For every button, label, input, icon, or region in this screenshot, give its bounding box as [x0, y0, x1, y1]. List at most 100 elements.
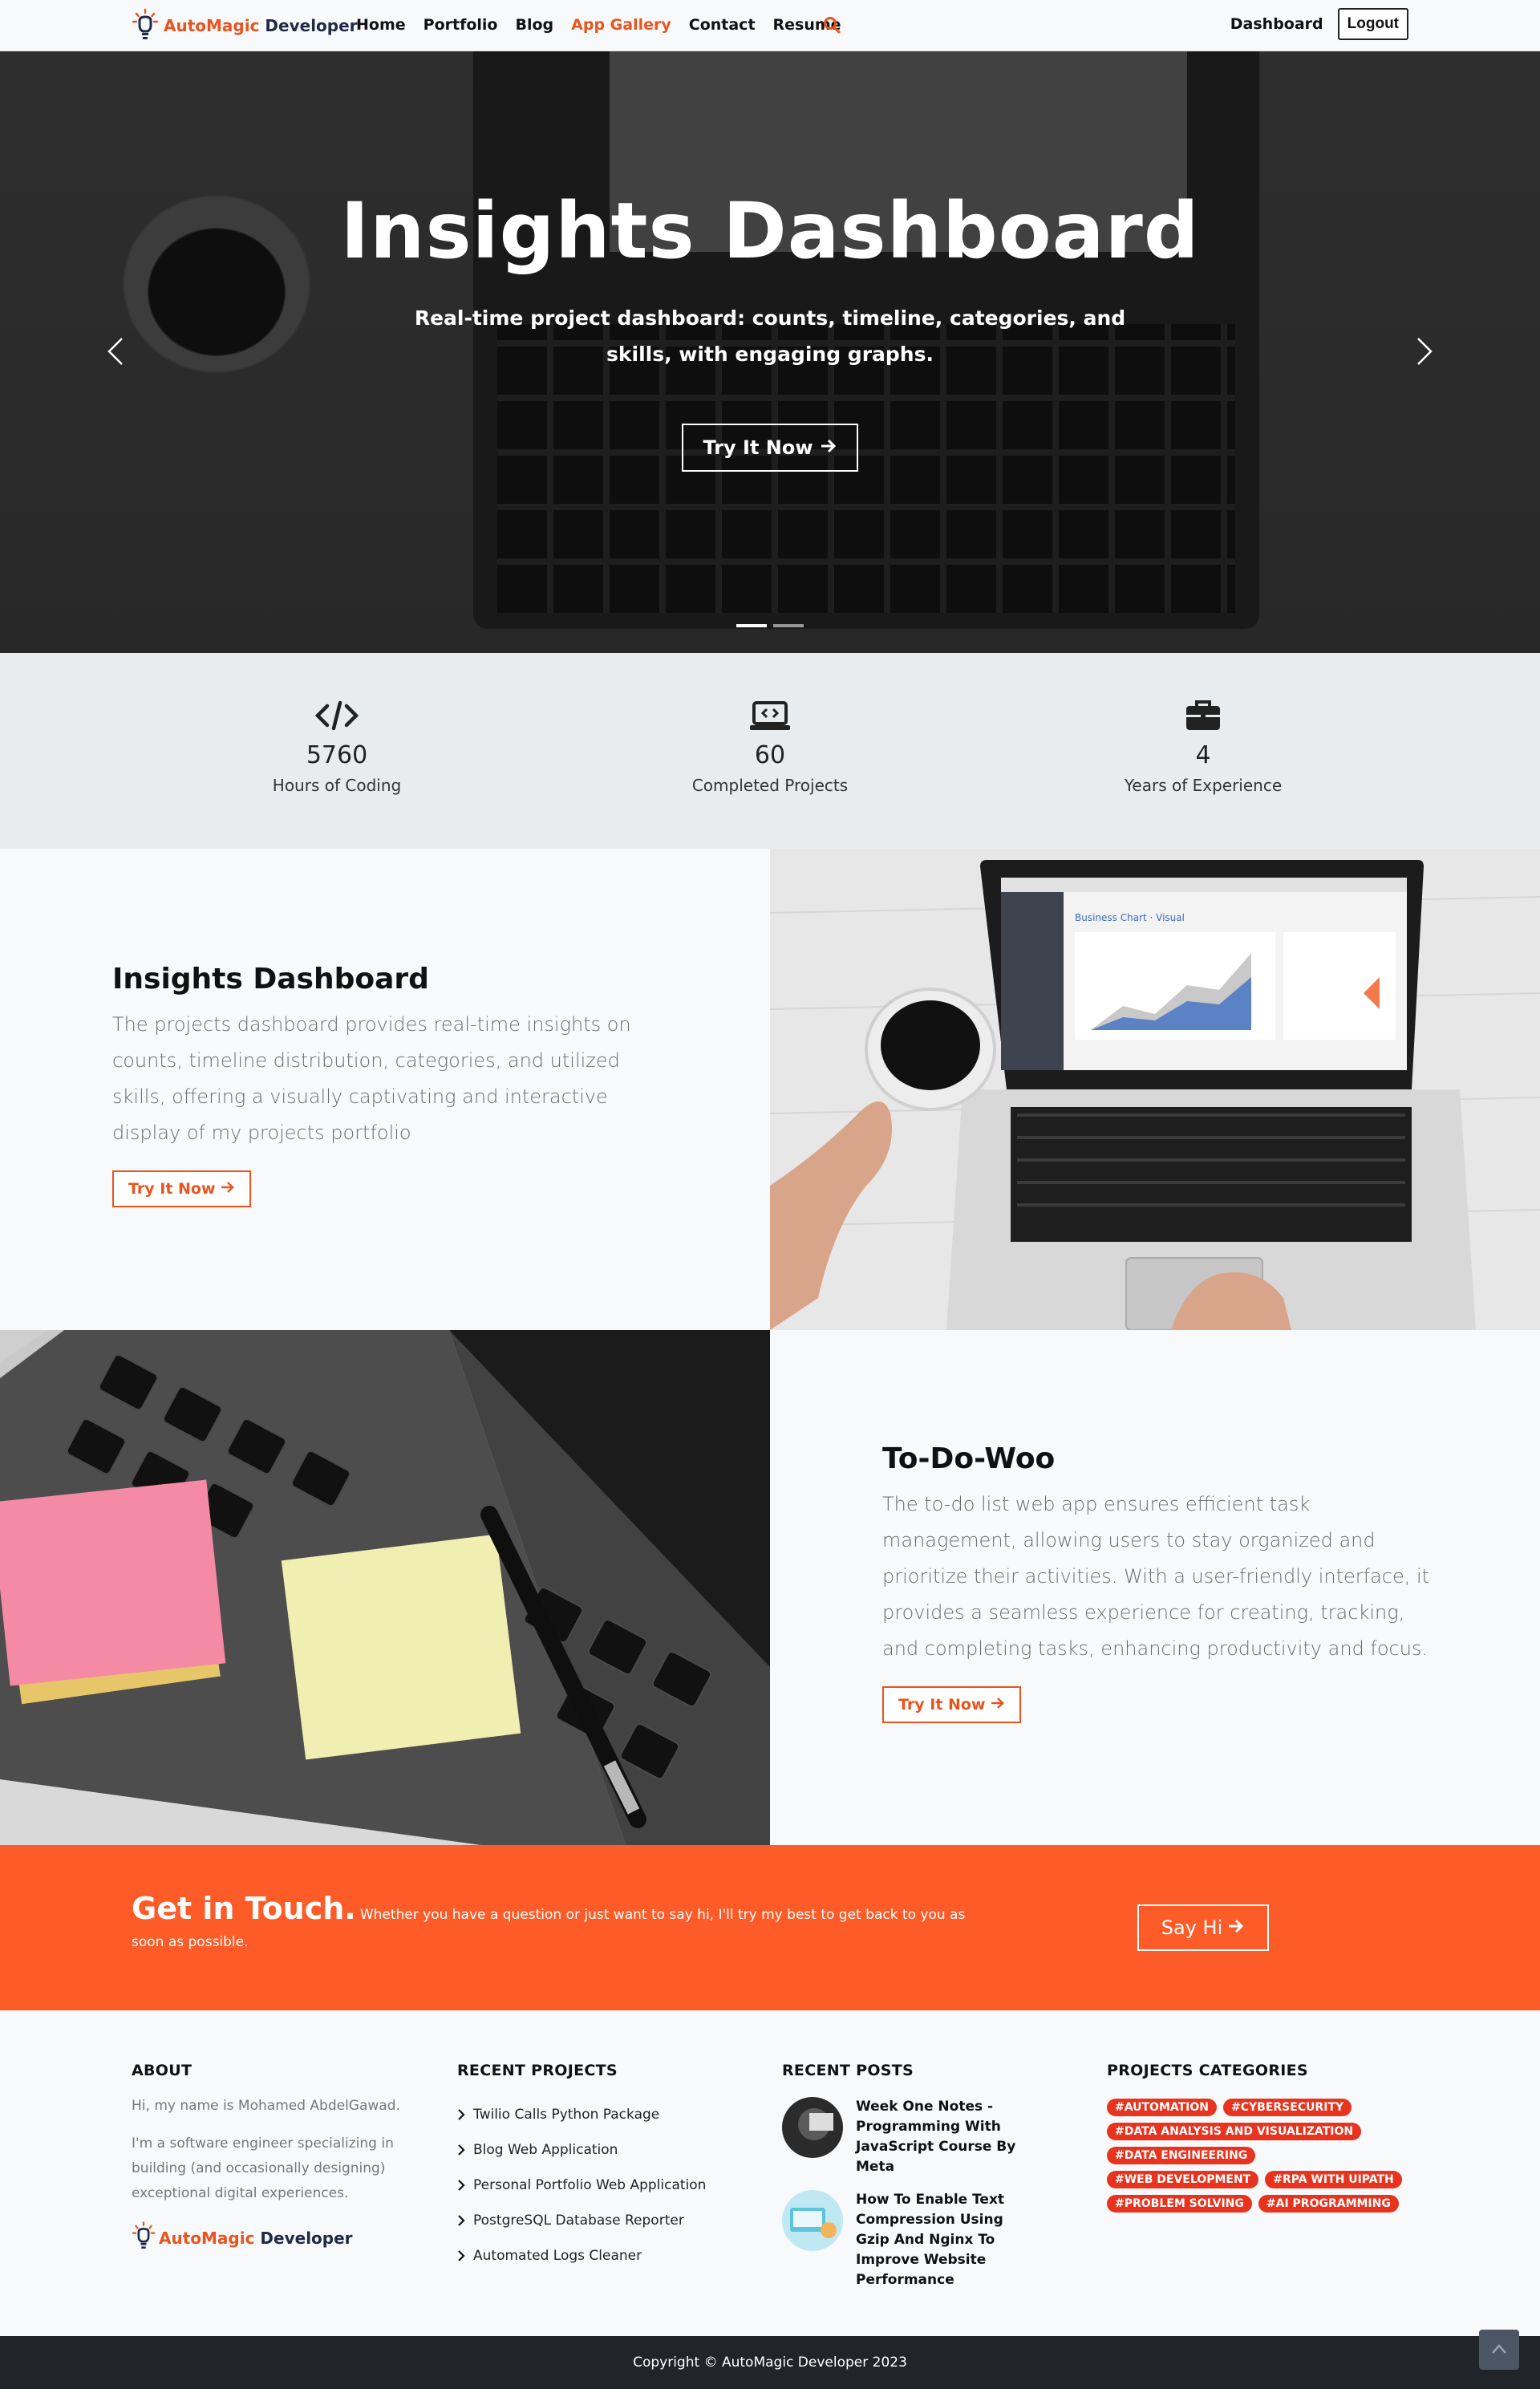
carousel-prev-icon[interactable] — [106, 335, 125, 367]
category-tag[interactable]: #WEB DEVELOPMENT — [1107, 2171, 1259, 2188]
footer-recent-posts: RECENT POSTS Week One Notes - Programmin… — [782, 2062, 1040, 2290]
about-intro: Hi, my name is Mohamed AbdelGawad. — [132, 2098, 400, 2114]
brand-part1: AutoMagic — [159, 2229, 255, 2248]
category-tag[interactable]: #AUTOMATION — [1107, 2099, 1218, 2116]
stat-label: Completed Projects — [691, 776, 849, 795]
category-tag[interactable]: #PROBLEM SOLVING — [1107, 2195, 1252, 2213]
category-tags: #AUTOMATION #CYBERSECURITY #DATA ANALYSI… — [1107, 2099, 1405, 2213]
footer-recent-projects: RECENT PROJECTS Twilio Calls Python Pack… — [457, 2062, 706, 2273]
laptop-code-icon — [748, 698, 792, 733]
copyright-text: Copyright © AutoMagic Developer 2023 — [633, 2355, 907, 2371]
recent-project-label: Blog Web Application — [473, 2142, 618, 2158]
feature-try-it-now-button[interactable]: Try It Now — [882, 1686, 1021, 1723]
stats-section: 5760 Hours of Coding 60 Completed Projec… — [0, 653, 1540, 849]
carousel-indicator-2[interactable] — [773, 624, 804, 627]
code-icon — [314, 698, 359, 733]
arrow-right-icon — [221, 1180, 235, 1198]
hero-try-it-now-button[interactable]: Try It Now — [682, 424, 858, 472]
recent-project-item[interactable]: Blog Web Application — [457, 2132, 706, 2168]
nav-link-blog[interactable]: Blog — [515, 16, 553, 34]
svg-text:Business Chart · Visual: Business Chart · Visual — [1075, 912, 1185, 923]
hero-title: Insights Dashboard — [340, 186, 1200, 276]
stat-completed-projects: 60 Completed Projects — [650, 698, 890, 795]
footer-brand-logo[interactable]: AutoMagic Developer — [132, 2221, 401, 2256]
footer-heading: RECENT PROJECTS — [457, 2062, 618, 2079]
recent-project-item[interactable]: Twilio Calls Python Package — [457, 2097, 706, 2132]
recent-project-item[interactable]: Personal Portfolio Web Application — [457, 2168, 706, 2203]
recent-project-item[interactable]: PostgreSQL Database Reporter — [457, 2203, 706, 2238]
feature-button-label: Try It Now — [128, 1180, 216, 1198]
dashboard-link[interactable]: Dashboard — [1230, 15, 1323, 33]
nav-link-contact[interactable]: Contact — [689, 16, 756, 34]
feature-title: To-Do-Woo — [882, 1442, 1056, 1475]
post-thumbnail — [782, 2097, 843, 2158]
feature-title: Insights Dashboard — [112, 963, 429, 996]
arrow-right-icon — [820, 436, 837, 459]
brand-part2: Developer — [260, 2229, 353, 2248]
stat-value: 5760 — [306, 741, 368, 769]
category-tag[interactable]: #DATA ANALYSIS AND VISUALIZATION — [1107, 2123, 1362, 2140]
recent-project-label: PostgreSQL Database Reporter — [473, 2213, 684, 2229]
chevron-right-icon — [458, 2109, 465, 2120]
feature-description: The to-do list web app ensures efficient… — [882, 1493, 1430, 1660]
recent-project-label: Twilio Calls Python Package — [473, 2107, 660, 2123]
say-hi-button[interactable]: Say Hi — [1137, 1904, 1269, 1951]
recent-post-title: Week One Notes - Programming With JavaSc… — [856, 2099, 1016, 2175]
feature-text: Insights Dashboard The projects dashboar… — [112, 963, 642, 1207]
recent-post-title: How To Enable Text Compression Using Gzi… — [856, 2192, 1005, 2288]
category-tag[interactable]: #AI PROGRAMMING — [1258, 2195, 1399, 2213]
footer-project-categories: PROJECTS CATEGORIES #AUTOMATION #CYBERSE… — [1107, 2062, 1405, 2213]
nav-right: Dashboard Logout — [1230, 8, 1408, 40]
feature-insights-dashboard: Insights Dashboard The projects dashboar… — [0, 849, 1540, 1330]
carousel-indicator-1[interactable] — [736, 624, 767, 627]
stat-label: Years of Experience — [1124, 776, 1283, 795]
search-icon[interactable] — [823, 16, 841, 34]
nav-links: Home Portfolio Blog App Gallery Contact … — [356, 16, 841, 34]
footer: ABOUT Hi, my name is Mohamed AbdelGawad.… — [0, 2010, 1540, 2336]
carousel-indicators — [736, 624, 804, 627]
chevron-right-icon — [458, 2144, 465, 2156]
brand-part1: AutoMagic — [164, 16, 260, 35]
feature-try-it-now-button[interactable]: Try It Now — [112, 1170, 251, 1207]
stat-label: Hours of Coding — [272, 776, 402, 795]
chevron-right-icon — [458, 2250, 465, 2261]
category-tag[interactable]: #CYBERSECURITY — [1223, 2099, 1352, 2116]
recent-project-label: Personal Portfolio Web Application — [473, 2177, 707, 2193]
to-do-woo-laptop-image — [0, 1330, 770, 1845]
nav-link-home[interactable]: Home — [356, 16, 406, 34]
navbar: AutoMagic Developer Home Portfolio Blog … — [0, 0, 1540, 51]
back-to-top-button[interactable] — [1479, 2330, 1519, 2370]
nav-link-app-gallery[interactable]: App Gallery — [571, 16, 671, 34]
recent-post-item[interactable]: How To Enable Text Compression Using Gzi… — [782, 2190, 1040, 2290]
footer-heading: ABOUT — [132, 2062, 192, 2079]
chevron-right-icon — [458, 2215, 465, 2226]
get-in-touch-section: Get in Touch. Whether you have a questio… — [0, 1845, 1540, 2010]
category-tag[interactable]: #RPA WITH UIPATH — [1265, 2171, 1402, 2188]
chevron-right-icon — [458, 2180, 465, 2191]
recent-project-label: Automated Logs Cleaner — [473, 2248, 642, 2264]
recent-post-item[interactable]: Week One Notes - Programming With JavaSc… — [782, 2097, 1040, 2177]
chevron-up-icon — [1491, 2342, 1507, 2358]
logout-button[interactable]: Logout — [1337, 8, 1408, 40]
insights-dashboard-laptop-image: Business Chart · Visual — [770, 849, 1540, 1330]
category-tag[interactable]: #DATA ENGINEERING — [1107, 2147, 1256, 2164]
feature-button-label: Try It Now — [898, 1696, 986, 1714]
hero-carousel: Insights Dashboard Real-time project das… — [0, 51, 1540, 653]
get-in-touch-text: Get in Touch. Whether you have a questio… — [132, 1893, 982, 1956]
stat-hours-of-coding: 5760 Hours of Coding — [217, 698, 457, 795]
post-thumbnail — [782, 2190, 843, 2251]
feature-text: To-Do-Woo The to-do list web app ensures… — [882, 1442, 1444, 1723]
briefcase-icon — [1181, 698, 1226, 733]
carousel-next-icon[interactable] — [1415, 335, 1434, 367]
brand-logo-link[interactable]: AutoMagic Developer — [132, 8, 358, 43]
copyright-bar: Copyright © AutoMagic Developer 2023 — [0, 2336, 1540, 2389]
brand-part2: Developer — [265, 16, 358, 35]
hero-subtitle: Real-time project dashboard: counts, tim… — [414, 306, 1126, 366]
lightbulb-logo-icon — [132, 8, 159, 43]
recent-project-item[interactable]: Automated Logs Cleaner — [457, 2238, 706, 2273]
footer-about: ABOUT Hi, my name is Mohamed AbdelGawad.… — [132, 2062, 401, 2256]
footer-heading: RECENT POSTS — [782, 2062, 914, 2079]
stat-value: 4 — [1195, 741, 1211, 769]
feature-description: The projects dashboard provides real-tim… — [112, 1013, 631, 1144]
nav-link-portfolio[interactable]: Portfolio — [424, 16, 498, 34]
